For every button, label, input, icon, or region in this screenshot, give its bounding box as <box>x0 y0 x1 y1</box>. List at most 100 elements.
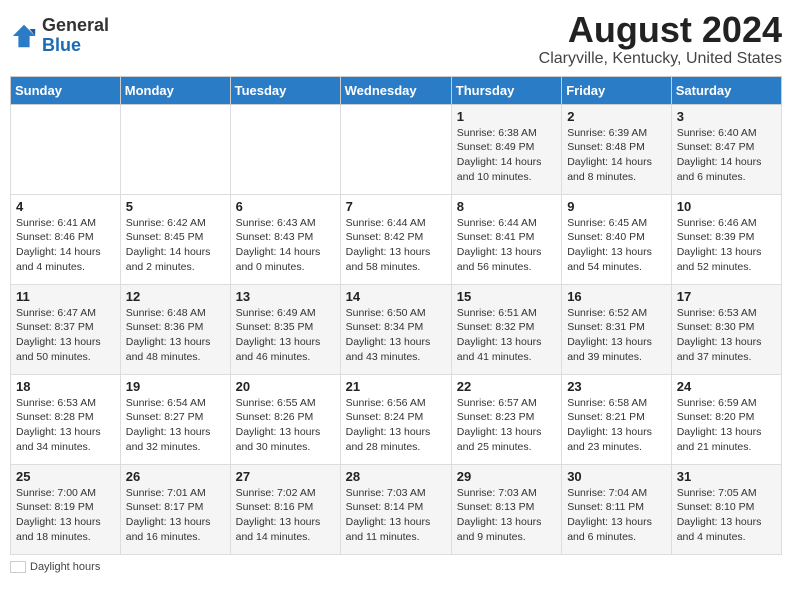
day-info: Sunrise: 6:53 AM Sunset: 8:30 PM Dayligh… <box>677 306 776 365</box>
legend-box-daylight <box>10 561 26 573</box>
col-header-saturday: Saturday <box>671 76 781 104</box>
day-info: Sunrise: 7:00 AM Sunset: 8:19 PM Dayligh… <box>16 486 115 545</box>
day-number: 23 <box>567 379 666 394</box>
calendar-cell: 1 Sunrise: 6:38 AM Sunset: 8:49 PM Daylig… <box>451 104 561 194</box>
logo: General Blue <box>10 16 109 56</box>
calendar-header-row: SundayMondayTuesdayWednesdayThursdayFrid… <box>11 76 782 104</box>
day-info: Sunrise: 6:51 AM Sunset: 8:32 PM Dayligh… <box>457 306 556 365</box>
day-number: 9 <box>567 199 666 214</box>
day-info: Sunrise: 6:38 AM Sunset: 8:49 PM Dayligh… <box>457 126 556 185</box>
day-info: Sunrise: 6:59 AM Sunset: 8:20 PM Dayligh… <box>677 396 776 455</box>
col-header-friday: Friday <box>562 76 672 104</box>
calendar-row-3: 11 Sunrise: 6:47 AM Sunset: 8:37 PM Dayli… <box>11 284 782 374</box>
calendar-cell: 15 Sunrise: 6:51 AM Sunset: 8:32 PM Dayli… <box>451 284 561 374</box>
calendar-cell: 24 Sunrise: 6:59 AM Sunset: 8:20 PM Dayli… <box>671 374 781 464</box>
calendar-row-4: 18 Sunrise: 6:53 AM Sunset: 8:28 PM Dayli… <box>11 374 782 464</box>
col-header-monday: Monday <box>120 76 230 104</box>
day-number: 17 <box>677 289 776 304</box>
title-area: August 2024 Claryville, Kentucky, United… <box>539 10 782 68</box>
day-number: 13 <box>236 289 335 304</box>
day-number: 7 <box>346 199 446 214</box>
calendar: SundayMondayTuesdayWednesdayThursdayFrid… <box>10 76 782 555</box>
day-info: Sunrise: 6:40 AM Sunset: 8:47 PM Dayligh… <box>677 126 776 185</box>
legend-daylight-label: Daylight hours <box>30 561 100 573</box>
day-number: 21 <box>346 379 446 394</box>
day-number: 14 <box>346 289 446 304</box>
day-number: 26 <box>126 469 225 484</box>
day-number: 31 <box>677 469 776 484</box>
day-number: 16 <box>567 289 666 304</box>
calendar-cell: 26 Sunrise: 7:01 AM Sunset: 8:17 PM Dayli… <box>120 464 230 554</box>
calendar-cell: 30 Sunrise: 7:04 AM Sunset: 8:11 PM Dayli… <box>562 464 672 554</box>
day-info: Sunrise: 6:48 AM Sunset: 8:36 PM Dayligh… <box>126 306 225 365</box>
page-header: General Blue August 2024 Claryville, Ken… <box>10 10 782 68</box>
calendar-cell: 16 Sunrise: 6:52 AM Sunset: 8:31 PM Dayli… <box>562 284 672 374</box>
calendar-cell: 14Sunrise: 6:50 AM Sunset: 8:34 PM Dayli… <box>340 284 451 374</box>
day-number: 8 <box>457 199 556 214</box>
logo-general: General <box>42 16 109 36</box>
calendar-cell: 3Sunrise: 6:40 AM Sunset: 8:47 PM Daylig… <box>671 104 781 194</box>
calendar-cell: 27Sunrise: 7:02 AM Sunset: 8:16 PM Dayli… <box>230 464 340 554</box>
col-header-sunday: Sunday <box>11 76 121 104</box>
calendar-row-5: 25 Sunrise: 7:00 AM Sunset: 8:19 PM Dayli… <box>11 464 782 554</box>
day-info: Sunrise: 6:52 AM Sunset: 8:31 PM Dayligh… <box>567 306 666 365</box>
day-info: Sunrise: 6:44 AM Sunset: 8:41 PM Dayligh… <box>457 216 556 275</box>
legend: Daylight hours <box>10 561 782 573</box>
calendar-cell: 19Sunrise: 6:54 AM Sunset: 8:27 PM Dayli… <box>120 374 230 464</box>
day-number: 2 <box>567 109 666 124</box>
calendar-cell: 10 Sunrise: 6:46 AM Sunset: 8:39 PM Dayli… <box>671 194 781 284</box>
day-number: 1 <box>457 109 556 124</box>
day-info: Sunrise: 6:43 AM Sunset: 8:43 PM Dayligh… <box>236 216 335 275</box>
day-info: Sunrise: 6:53 AM Sunset: 8:28 PM Dayligh… <box>16 396 115 455</box>
calendar-cell <box>230 104 340 194</box>
logo-icon <box>10 22 38 50</box>
day-number: 12 <box>126 289 225 304</box>
day-info: Sunrise: 6:46 AM Sunset: 8:39 PM Dayligh… <box>677 216 776 275</box>
day-info: Sunrise: 6:54 AM Sunset: 8:27 PM Dayligh… <box>126 396 225 455</box>
day-number: 11 <box>16 289 115 304</box>
day-number: 30 <box>567 469 666 484</box>
calendar-row-1: 1 Sunrise: 6:38 AM Sunset: 8:49 PM Daylig… <box>11 104 782 194</box>
calendar-cell: 9 Sunrise: 6:45 AM Sunset: 8:40 PM Daylig… <box>562 194 672 284</box>
day-number: 5 <box>126 199 225 214</box>
month-year: August 2024 <box>539 10 782 50</box>
day-number: 6 <box>236 199 335 214</box>
day-number: 25 <box>16 469 115 484</box>
calendar-cell: 21Sunrise: 6:56 AM Sunset: 8:24 PM Dayli… <box>340 374 451 464</box>
col-header-tuesday: Tuesday <box>230 76 340 104</box>
day-number: 18 <box>16 379 115 394</box>
day-info: Sunrise: 7:03 AM Sunset: 8:14 PM Dayligh… <box>346 486 446 545</box>
day-info: Sunrise: 6:58 AM Sunset: 8:21 PM Dayligh… <box>567 396 666 455</box>
calendar-cell <box>120 104 230 194</box>
day-info: Sunrise: 7:01 AM Sunset: 8:17 PM Dayligh… <box>126 486 225 545</box>
calendar-cell: 12 Sunrise: 6:48 AM Sunset: 8:36 PM Dayli… <box>120 284 230 374</box>
calendar-cell <box>11 104 121 194</box>
calendar-cell: 25 Sunrise: 7:00 AM Sunset: 8:19 PM Dayli… <box>11 464 121 554</box>
day-info: Sunrise: 6:49 AM Sunset: 8:35 PM Dayligh… <box>236 306 335 365</box>
calendar-cell: 7Sunrise: 6:44 AM Sunset: 8:42 PM Daylig… <box>340 194 451 284</box>
day-info: Sunrise: 6:39 AM Sunset: 8:48 PM Dayligh… <box>567 126 666 185</box>
calendar-cell: 20Sunrise: 6:55 AM Sunset: 8:26 PM Dayli… <box>230 374 340 464</box>
col-header-wednesday: Wednesday <box>340 76 451 104</box>
calendar-cell: 22Sunrise: 6:57 AM Sunset: 8:23 PM Dayli… <box>451 374 561 464</box>
day-number: 15 <box>457 289 556 304</box>
calendar-cell: 5Sunrise: 6:42 AM Sunset: 8:45 PM Daylig… <box>120 194 230 284</box>
calendar-cell: 6 Sunrise: 6:43 AM Sunset: 8:43 PM Daylig… <box>230 194 340 284</box>
calendar-cell: 23 Sunrise: 6:58 AM Sunset: 8:21 PM Dayli… <box>562 374 672 464</box>
day-info: Sunrise: 6:47 AM Sunset: 8:37 PM Dayligh… <box>16 306 115 365</box>
day-number: 29 <box>457 469 556 484</box>
day-number: 10 <box>677 199 776 214</box>
day-number: 27 <box>236 469 335 484</box>
day-number: 4 <box>16 199 115 214</box>
day-info: Sunrise: 7:03 AM Sunset: 8:13 PM Dayligh… <box>457 486 556 545</box>
day-info: Sunrise: 6:45 AM Sunset: 8:40 PM Dayligh… <box>567 216 666 275</box>
calendar-cell: 13 Sunrise: 6:49 AM Sunset: 8:35 PM Dayli… <box>230 284 340 374</box>
calendar-cell: 11 Sunrise: 6:47 AM Sunset: 8:37 PM Dayli… <box>11 284 121 374</box>
calendar-cell: 2 Sunrise: 6:39 AM Sunset: 8:48 PM Daylig… <box>562 104 672 194</box>
calendar-cell: 28 Sunrise: 7:03 AM Sunset: 8:14 PM Dayli… <box>340 464 451 554</box>
day-number: 24 <box>677 379 776 394</box>
day-info: Sunrise: 7:05 AM Sunset: 8:10 PM Dayligh… <box>677 486 776 545</box>
day-number: 28 <box>346 469 446 484</box>
day-info: Sunrise: 7:04 AM Sunset: 8:11 PM Dayligh… <box>567 486 666 545</box>
calendar-cell: 18 Sunrise: 6:53 AM Sunset: 8:28 PM Dayli… <box>11 374 121 464</box>
